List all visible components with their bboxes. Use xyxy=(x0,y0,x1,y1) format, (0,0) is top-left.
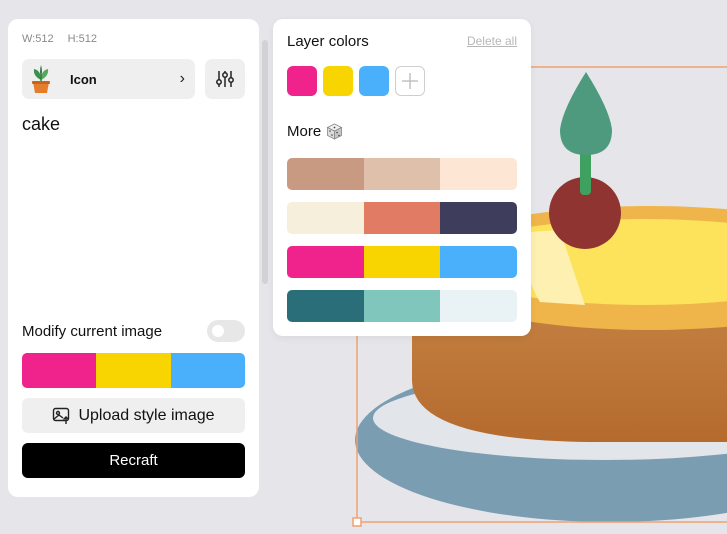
dice-icon[interactable] xyxy=(326,123,343,140)
settings-button[interactable] xyxy=(205,59,245,99)
layer-colors-title: Layer colors xyxy=(287,33,369,50)
palette-color xyxy=(440,290,517,322)
palette-color xyxy=(363,290,441,322)
modify-current-image-row: Modify current image xyxy=(22,319,245,343)
upload-style-image-label: Upload style image xyxy=(78,406,215,424)
palette-option[interactable] xyxy=(287,202,517,234)
cherry-leaf xyxy=(560,72,612,155)
style-type-select[interactable]: Icon › xyxy=(22,59,195,99)
palette-color xyxy=(287,158,364,190)
selection-handle[interactable] xyxy=(352,517,362,527)
upload-style-image-button[interactable]: Upload style image xyxy=(22,398,245,433)
prompt-input[interactable]: cake xyxy=(22,114,60,135)
layer-colors-popover: Layer colors Delete all More xyxy=(273,19,531,336)
generation-panel: W:512 H:512 Icon › cake Modify current i… xyxy=(8,19,259,497)
current-palette-color xyxy=(170,353,245,388)
layer-color-swatch[interactable] xyxy=(287,66,317,96)
palette-color xyxy=(363,202,441,234)
layer-color-swatch[interactable] xyxy=(323,66,353,96)
palette-option[interactable] xyxy=(287,158,517,190)
modify-current-image-label: Modify current image xyxy=(22,322,163,340)
more-palettes-title: More xyxy=(287,123,343,140)
style-type-label: Icon xyxy=(70,71,97,87)
layer-color-swatches xyxy=(287,66,425,96)
plus-icon xyxy=(402,73,418,89)
palette-color xyxy=(287,246,364,278)
palette-option[interactable] xyxy=(287,290,517,322)
palette-color xyxy=(287,202,364,234)
current-palette-bar[interactable] xyxy=(22,353,245,388)
current-palette-color xyxy=(22,353,97,388)
palette-color xyxy=(363,158,441,190)
chevron-right-icon: › xyxy=(179,70,185,87)
delete-all-link[interactable]: Delete all xyxy=(467,34,517,48)
layer-color-swatch[interactable] xyxy=(359,66,389,96)
scrollbar-thumb[interactable] xyxy=(262,40,268,284)
palette-list xyxy=(287,158,517,334)
canvas-dimensions: W:512 H:512 xyxy=(22,33,97,45)
sliders-icon xyxy=(216,71,234,87)
recraft-button[interactable]: Recraft xyxy=(22,443,245,478)
height-label: H:512 xyxy=(67,33,97,45)
palette-color xyxy=(287,290,364,322)
potted-plant-icon xyxy=(22,59,60,99)
width-label: W:512 xyxy=(22,33,54,45)
palette-color xyxy=(440,246,517,278)
upload-image-icon xyxy=(53,407,70,424)
palette-option[interactable] xyxy=(287,246,517,278)
current-palette-color xyxy=(96,353,171,388)
palette-color xyxy=(363,246,441,278)
palette-color xyxy=(440,202,517,234)
more-label: More xyxy=(287,123,322,140)
add-color-button[interactable] xyxy=(395,66,425,96)
modify-current-image-toggle[interactable] xyxy=(207,320,245,342)
palette-color xyxy=(440,158,517,190)
